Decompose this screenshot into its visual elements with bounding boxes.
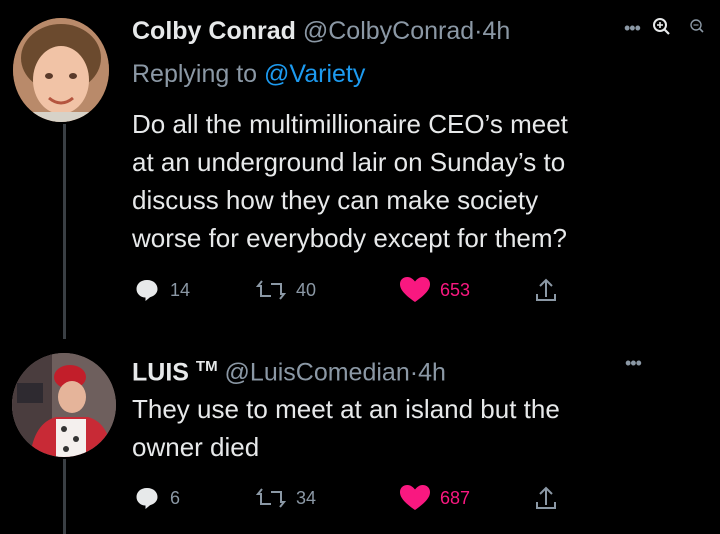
reply-icon	[136, 488, 158, 509]
reply-count: 6	[170, 487, 181, 508]
avatar-face-illustration	[13, 18, 109, 122]
tweet-actions: 6 34 687	[130, 483, 590, 513]
retweet-icon	[256, 488, 286, 508]
replying-to: Replying to @Variety	[132, 60, 365, 89]
retweet-button[interactable]: 34	[256, 483, 316, 513]
tweet-header: LUIS TM @LuisComedian·4h	[132, 352, 446, 387]
avatar-photo-illustration	[12, 353, 116, 457]
like-button[interactable]: 653	[400, 275, 470, 305]
more-icon[interactable]: •••	[625, 353, 642, 374]
tweet-text: Do all the multimillionaire CEO’s meet a…	[132, 109, 568, 253]
tweet-header: Colby Conrad @ColbyConrad·4h	[132, 16, 510, 46]
author-handle[interactable]: @ColbyConrad	[303, 17, 474, 45]
zoom-controls	[650, 14, 714, 40]
avatar[interactable]	[13, 18, 109, 122]
zoom-in-icon[interactable]	[653, 18, 670, 35]
like-count: 653	[440, 279, 471, 300]
avatar[interactable]	[12, 353, 116, 457]
reply-icon	[136, 280, 158, 301]
reply-button[interactable]: 6	[134, 483, 180, 513]
share-button[interactable]	[534, 275, 558, 305]
retweet-count: 34	[296, 487, 317, 508]
retweet-count: 40	[296, 279, 317, 300]
retweet-icon	[256, 280, 286, 300]
replying-to-handle[interactable]: @Variety	[264, 60, 365, 88]
thread-line	[63, 124, 66, 339]
like-count: 687	[440, 487, 471, 508]
thread-line	[63, 459, 66, 534]
more-icon[interactable]: •••	[624, 18, 641, 39]
share-icon	[536, 486, 556, 509]
retweet-button[interactable]: 40	[256, 275, 316, 305]
reply-button[interactable]: 14	[134, 275, 190, 305]
author-name[interactable]: Colby Conrad	[132, 17, 296, 45]
author-name[interactable]: LUIS	[132, 358, 189, 386]
replying-to-label: Replying to	[132, 60, 265, 88]
zoom-out-icon[interactable]	[690, 19, 704, 33]
timestamp[interactable]: 4h	[418, 358, 446, 386]
heart-icon	[400, 485, 430, 510]
tweet-text: They use to meet at an island but the ow…	[132, 394, 560, 462]
share-button[interactable]	[534, 483, 558, 513]
tweet-colby-conrad[interactable]: Colby Conrad @ColbyConrad·4h ••• Replyin…	[0, 0, 720, 339]
separator: ·	[409, 358, 419, 387]
like-button[interactable]: 687	[400, 483, 470, 513]
tweet-luis-comedian[interactable]: LUIS TM @LuisComedian·4h ••• They use to…	[0, 335, 720, 534]
tweet-actions: 14 40 653	[130, 275, 590, 305]
author-handle[interactable]: @LuisComedian	[225, 358, 410, 386]
heart-icon	[400, 277, 430, 302]
share-icon	[536, 278, 556, 301]
reply-count: 14	[170, 279, 191, 300]
author-badge: TM	[195, 358, 218, 375]
timestamp[interactable]: 4h	[482, 17, 510, 45]
